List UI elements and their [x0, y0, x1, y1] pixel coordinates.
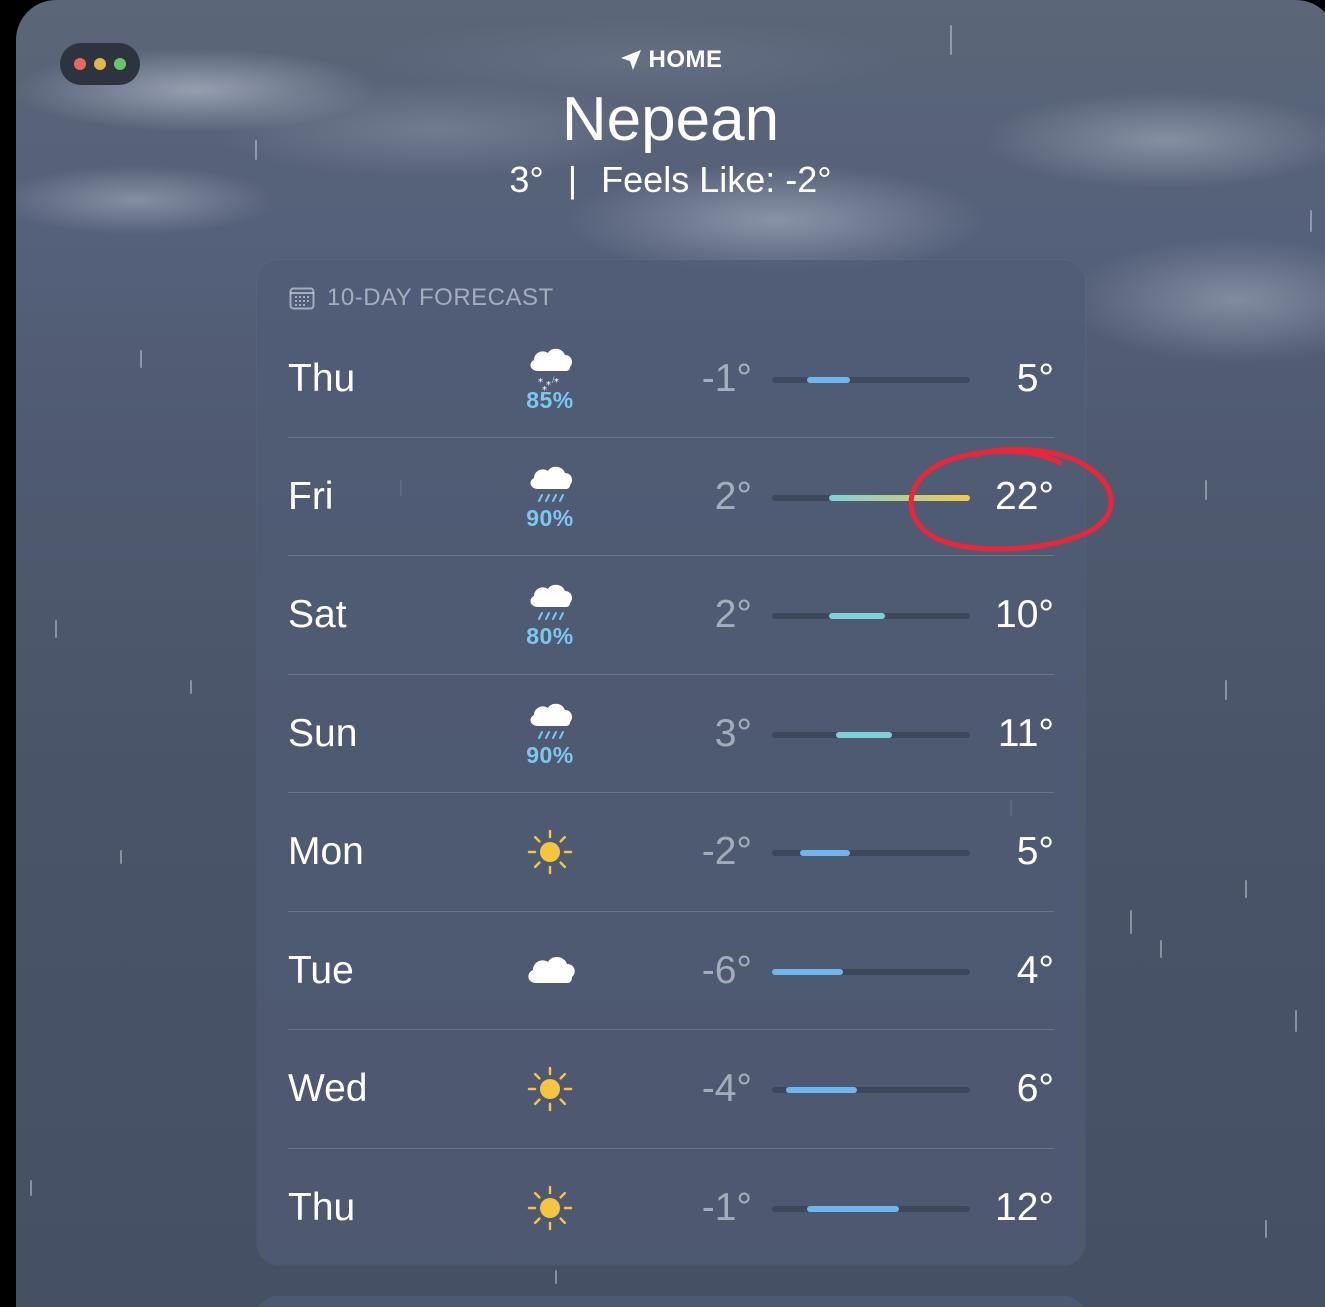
forecast-row[interactable]: Fri 90% 2° 22° — [288, 437, 1054, 556]
sun-icon — [524, 1182, 576, 1234]
sun-icon — [524, 1063, 576, 1115]
day-label: Thu — [288, 1186, 356, 1229]
rain-streak — [1225, 680, 1227, 700]
rain-streak — [120, 850, 122, 864]
high-temp: 5° — [1016, 357, 1054, 400]
rain-streak — [190, 680, 192, 694]
temp-range-bar — [772, 495, 970, 501]
temp-range-fill — [772, 969, 843, 975]
current-temp: 3° — [509, 159, 544, 200]
location-label: HOME — [648, 46, 723, 73]
low-temp: -2° — [701, 830, 752, 873]
rain-streak — [1205, 480, 1207, 500]
temp-range-fill — [828, 613, 886, 619]
temp-range-bar — [772, 377, 970, 383]
precip-chance: 85% — [526, 386, 574, 413]
precip-chance: 90% — [526, 741, 574, 768]
location-label-row: HOME — [16, 40, 1325, 80]
day-label: Tue — [288, 949, 354, 992]
temp-range-bar — [772, 613, 970, 619]
low-temp: 3° — [714, 712, 752, 755]
day-label: Thu — [288, 357, 356, 400]
next-card — [257, 1296, 1085, 1307]
rain-icon — [524, 577, 576, 629]
temp-range-fill — [807, 377, 850, 383]
forecast-row[interactable]: Wed -4° 6° — [288, 1029, 1054, 1148]
temp-range-fill — [800, 850, 850, 856]
sun-icon — [524, 826, 576, 878]
day-label: Sun — [288, 712, 358, 755]
rain-streak — [1295, 1010, 1297, 1032]
high-temp: 12° — [995, 1186, 1054, 1229]
day-label: Sat — [288, 593, 347, 636]
temp-range-fill — [786, 1087, 857, 1093]
location-header: HOME Nepean 3° | Feels Like: -2° — [16, 40, 1325, 202]
low-temp: 2° — [714, 593, 752, 636]
low-temp: -1° — [701, 357, 752, 400]
forecast-row[interactable]: Thu -1° 12° — [288, 1148, 1054, 1267]
condition-cell: 80% — [520, 556, 580, 674]
feels-like: Feels Like: -2° — [601, 159, 832, 200]
high-temp: 11° — [997, 712, 1054, 755]
separator: | — [567, 159, 578, 200]
rain-icon — [524, 459, 576, 511]
rain-streak — [30, 1180, 32, 1196]
day-label: Wed — [288, 1067, 368, 1110]
day-label: Fri — [288, 475, 334, 518]
rain-streak — [140, 350, 142, 368]
snow-icon: * * * * / — [524, 341, 576, 396]
temp-range-fill — [835, 732, 893, 738]
rain-streak — [1130, 910, 1132, 934]
low-temp: -6° — [701, 949, 752, 992]
forecast-card[interactable]: 10-DAY FORECAST Thu * * * */85% -1° 5° Fri 90% 2°… — [257, 260, 1085, 1265]
rain-streak — [55, 620, 57, 638]
rain-streak — [1310, 210, 1312, 232]
low-temp: -4° — [701, 1067, 752, 1110]
temp-range-fill — [807, 1206, 900, 1212]
high-temp: 22° — [995, 475, 1054, 518]
temp-range-bar — [772, 732, 970, 738]
temp-range-bar — [772, 1087, 970, 1093]
day-label: Mon — [288, 830, 364, 873]
rain-streak — [1265, 1220, 1267, 1238]
forecast-title: 10-DAY FORECAST — [327, 284, 554, 311]
rain-icon — [524, 696, 576, 748]
condition-cell — [520, 1030, 580, 1148]
high-temp: 6° — [1016, 1067, 1054, 1110]
condition-cell: 90% — [520, 675, 580, 793]
precip-chance: 80% — [526, 622, 574, 649]
calendar-icon — [289, 287, 315, 310]
condition-cell — [520, 912, 580, 1030]
forecast-row[interactable]: Thu * * * */85% -1° 5° — [288, 320, 1054, 438]
forecast-card-header: 10-DAY FORECAST — [289, 282, 554, 314]
forecast-row[interactable]: Mon -2° 5° — [288, 792, 1054, 911]
high-temp: 10° — [995, 593, 1054, 636]
rain-streak — [555, 1270, 557, 1284]
temp-range-bar — [772, 1206, 970, 1212]
location-arrow-icon — [620, 50, 641, 70]
forecast-row[interactable]: Tue -6° 4° — [288, 911, 1054, 1030]
condition-cell: 90% — [520, 438, 580, 556]
temp-range-fill — [828, 495, 970, 501]
temp-range-bar — [772, 969, 970, 975]
rain-streak — [1160, 940, 1162, 958]
rain-streak — [1245, 880, 1247, 898]
temp-range-bar — [772, 850, 970, 856]
high-temp: 4° — [1016, 949, 1054, 992]
condition-cell — [520, 1149, 580, 1267]
low-temp: 2° — [714, 475, 752, 518]
cloud-icon — [524, 945, 576, 997]
precip-chance: 90% — [526, 504, 574, 531]
condition-cell: * * * */85% — [520, 320, 580, 438]
city-name: Nepean — [561, 85, 780, 154]
current-conditions: 3° | Feels Like: -2° — [16, 158, 1325, 202]
forecast-row[interactable]: Sun 90% 3° 11° — [288, 674, 1054, 793]
condition-cell — [520, 793, 580, 911]
forecast-row[interactable]: Sat 80% 2° 10° — [288, 555, 1054, 674]
weather-window: HOME Nepean 3° | Feels Like: -2° 10-DAY … — [16, 0, 1325, 1307]
low-temp: -1° — [701, 1186, 752, 1229]
high-temp: 5° — [1016, 830, 1054, 873]
